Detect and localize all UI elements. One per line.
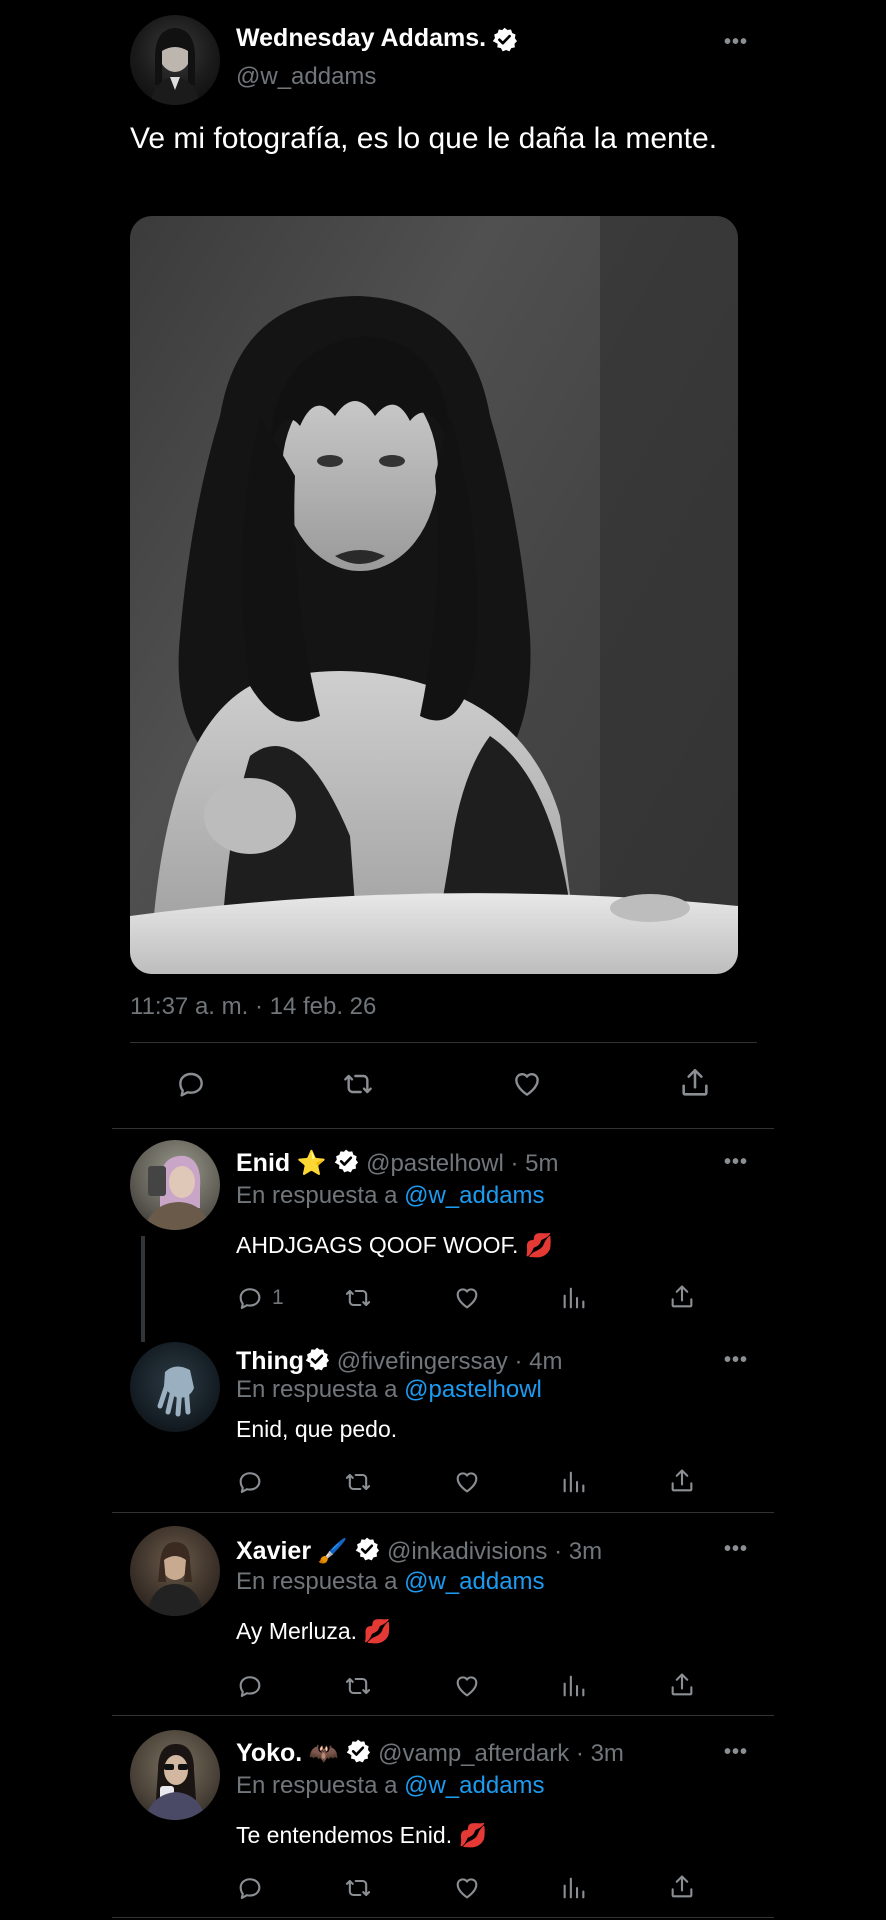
like-icon[interactable] [452, 1874, 482, 1902]
reply-avatar-thing[interactable] [130, 1342, 220, 1432]
divider [112, 1512, 774, 1513]
more-options-icon[interactable]: ••• [724, 1741, 748, 1764]
reply-avatar-xavier[interactable] [130, 1526, 220, 1616]
reply-handle[interactable]: @fivefingerssay [337, 1348, 508, 1375]
reply-handle[interactable]: @inkadivisions [387, 1538, 547, 1565]
retweet-icon[interactable] [342, 1468, 374, 1496]
author-handle[interactable]: @w_addams [236, 63, 376, 91]
reply-text: Ay Merluza. 💋 [236, 1618, 393, 1644]
retweet-icon[interactable] [342, 1672, 374, 1700]
reply-icon[interactable] [236, 1284, 264, 1312]
reply-context-link[interactable]: @w_addams [404, 1568, 544, 1595]
star-emoji-icon: ⭐ [296, 1149, 327, 1177]
share-icon[interactable] [668, 1283, 696, 1311]
verified-badge-icon [333, 1148, 359, 1181]
thread-line [141, 1236, 145, 1342]
reply-icon[interactable] [175, 1068, 207, 1100]
more-options-icon[interactable]: ••• [724, 31, 748, 54]
divider [130, 1042, 757, 1043]
author-avatar[interactable] [130, 15, 220, 105]
tweet-text: Ve mi fotografía, es lo que le daña la m… [130, 122, 718, 155]
reply-context-label: En respuesta a [236, 1376, 398, 1403]
reply-context-label: En respuesta a [236, 1568, 398, 1595]
share-icon[interactable] [678, 1066, 712, 1100]
reply-count: 1 [272, 1286, 284, 1309]
more-options-icon[interactable]: ••• [724, 1151, 748, 1174]
reply-name[interactable]: Yoko. [236, 1739, 302, 1767]
like-icon[interactable] [452, 1672, 482, 1700]
tweet-photo[interactable] [130, 216, 738, 974]
analytics-icon[interactable] [560, 1874, 588, 1902]
reply-time[interactable]: · 4m [514, 1348, 562, 1375]
reply-icon[interactable] [236, 1468, 264, 1496]
reply-context-label: En respuesta a [236, 1772, 398, 1799]
reply-context-link[interactable]: @w_addams [404, 1182, 544, 1209]
paintbrush-emoji-icon: 🖌️ [317, 1537, 348, 1565]
share-icon[interactable] [668, 1467, 696, 1495]
verified-badge-icon [304, 1346, 330, 1379]
verified-badge-icon [491, 26, 518, 58]
verified-badge-icon [345, 1738, 371, 1771]
analytics-icon[interactable] [560, 1284, 588, 1312]
reply-icon[interactable] [236, 1874, 264, 1902]
reply-name[interactable]: Xavier [236, 1537, 311, 1565]
reply-avatar-yoko[interactable] [130, 1730, 220, 1820]
reply-handle[interactable]: @pastelhowl [366, 1150, 504, 1177]
retweet-icon[interactable] [342, 1284, 374, 1312]
bat-emoji-icon: 🦇 [308, 1739, 339, 1767]
reply-context-label: En respuesta a [236, 1182, 398, 1209]
reply-icon[interactable] [236, 1672, 264, 1700]
reply-time[interactable]: · 3m [576, 1740, 624, 1767]
reply-text: Enid, que pedo. [236, 1416, 398, 1442]
retweet-icon[interactable] [340, 1068, 376, 1100]
reply-text: AHDJGAGS QOOF WOOF. 💋 [236, 1232, 554, 1258]
reply-name[interactable]: Thing [236, 1347, 304, 1375]
verified-badge-icon [354, 1536, 380, 1569]
divider [112, 1917, 774, 1918]
analytics-icon[interactable] [560, 1468, 588, 1496]
divider [112, 1128, 774, 1129]
share-icon[interactable] [668, 1873, 696, 1901]
share-icon[interactable] [668, 1671, 696, 1699]
reply-time[interactable]: · 5m [511, 1150, 559, 1177]
retweet-icon[interactable] [342, 1874, 374, 1902]
reply-text: Te entendemos Enid. 💋 [236, 1822, 488, 1848]
reply-avatar-enid[interactable] [130, 1140, 220, 1230]
divider [112, 1715, 774, 1716]
analytics-icon[interactable] [560, 1672, 588, 1700]
like-icon[interactable] [510, 1068, 544, 1100]
reply-time[interactable]: · 3m [554, 1538, 602, 1565]
reply-handle[interactable]: @vamp_afterdark [378, 1740, 569, 1767]
reply-context-link[interactable]: @pastelhowl [404, 1376, 542, 1403]
like-icon[interactable] [452, 1468, 482, 1496]
tweet-timestamp[interactable]: 11:37 a. m. · 14 feb. 26 [130, 993, 376, 1021]
reply-name[interactable]: Enid [236, 1149, 290, 1177]
like-icon[interactable] [452, 1284, 482, 1312]
more-options-icon[interactable]: ••• [724, 1349, 748, 1372]
more-options-icon[interactable]: ••• [724, 1538, 748, 1561]
reply-context-link[interactable]: @w_addams [404, 1772, 544, 1799]
author-name[interactable]: Wednesday Addams. [236, 24, 486, 52]
